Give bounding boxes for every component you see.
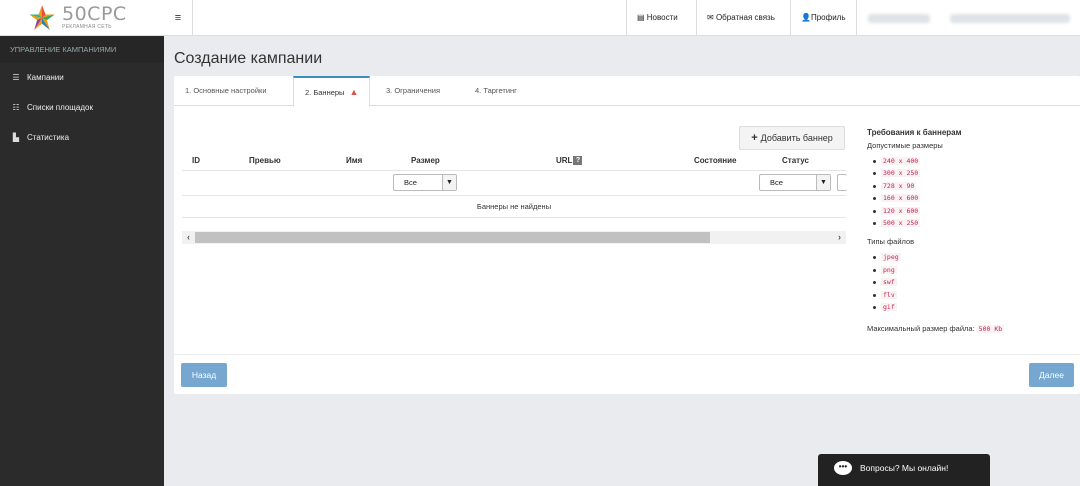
scroll-right-icon[interactable]: › — [833, 231, 846, 244]
logo-tagline: РЕКЛАМНАЯ СЕТЬ — [62, 24, 112, 30]
list-item: 500 x 250 — [873, 218, 1067, 231]
sidebar: 50CPC РЕКЛАМНАЯ СЕТЬ УПРАВЛЕНИЕ КАМПАНИЯ… — [0, 0, 164, 486]
chevron-down-icon: ▼ — [816, 175, 830, 190]
sizes-label: Допустимые размеры — [867, 141, 943, 150]
size-filter-select[interactable]: Все ▼ — [393, 174, 457, 191]
chevron-down-icon: ▼ — [442, 175, 456, 190]
banner-requirements: Требования к баннерам Допустимые размеры… — [867, 128, 1067, 334]
tab-banners[interactable]: 2. Баннеры ▲ — [293, 76, 371, 107]
newspaper-icon: ▤ — [637, 13, 647, 22]
list-item: 240 x 400 — [873, 157, 1067, 169]
plus-icon: + — [751, 132, 758, 144]
file-types-list: jpeg png swf flv gif — [867, 253, 1067, 315]
sidebar-heading: УПРАВЛЕНИЕ КАМПАНИЯМИ — [0, 37, 164, 63]
list-item: swf — [873, 278, 1067, 290]
user-icon: 👤 — [801, 13, 811, 22]
list-item: gif — [873, 302, 1067, 315]
chat-bubble-icon: ••• — [834, 461, 852, 475]
sidebar-item-statistics[interactable]: ▙ Статистика — [0, 123, 164, 153]
chat-widget[interactable]: ••• Вопросы? Мы онлайн! — [818, 454, 990, 486]
empty-table-message: Баннеры не найдены — [476, 202, 552, 211]
column-header-url[interactable]: URL? — [556, 156, 583, 165]
sidebar-item-site-lists[interactable]: ☷ Списки площадок — [0, 93, 164, 123]
warning-icon: ▲ — [349, 87, 359, 97]
tab-targeting[interactable]: 4. Таргетинг — [464, 76, 528, 106]
logo-name: 50CPC — [62, 3, 127, 25]
table-divider — [182, 170, 846, 171]
table-divider — [182, 217, 846, 218]
topbar: ≡ ▤ Новости ✉ Обратная связь 👤Профиль — [164, 0, 1080, 36]
blurred-user-info — [868, 14, 930, 23]
logo[interactable]: 50CPC РЕКЛАМНАЯ СЕТЬ — [0, 0, 164, 36]
requirements-title: Требования к баннерам — [867, 128, 962, 137]
feedback-link[interactable]: ✉ Обратная связь — [696, 0, 785, 36]
status-filter-select[interactable]: Все ▼ — [759, 174, 831, 191]
next-button[interactable]: Далее — [1029, 363, 1074, 387]
sidebar-item-label: Кампании — [27, 73, 64, 82]
tab-restrictions[interactable]: 3. Ограничения — [375, 76, 451, 106]
add-banner-button[interactable]: + Добавить баннер — [739, 126, 845, 150]
news-link[interactable]: ▤ Новости — [626, 0, 688, 36]
tab-basic-settings[interactable]: 1. Основные настройки — [174, 76, 278, 106]
profile-link[interactable]: 👤Профиль — [790, 0, 857, 36]
list-item: jpeg — [873, 253, 1067, 265]
envelope-icon: ✉ — [707, 13, 716, 22]
sidebar-item-label: Статистика — [27, 133, 70, 142]
list-item: 120 x 600 — [873, 206, 1067, 219]
sizes-list: 240 x 400 300 x 250 728 x 90 160 x 600 1… — [867, 157, 1067, 231]
table-divider — [182, 195, 846, 196]
list-ul-icon: ☷ — [12, 103, 20, 112]
list-icon: ☰ — [12, 73, 20, 82]
list-item: png — [873, 265, 1067, 278]
sidebar-item-campaigns[interactable]: ☰ Кампании — [0, 63, 164, 93]
scrollbar-thumb[interactable] — [195, 232, 710, 243]
menu-toggle-icon[interactable]: ≡ — [164, 0, 193, 36]
blurred-user-email — [950, 14, 1070, 23]
logo-star-icon — [29, 4, 55, 30]
column-header-size[interactable]: Размер — [411, 156, 440, 165]
column-header-id[interactable]: ID — [192, 156, 200, 165]
bar-chart-icon: ▙ — [12, 133, 20, 142]
tabs: 1. Основные настройки 2. Баннеры ▲ 3. Огр… — [174, 76, 1080, 107]
max-file-size: Максимальный размер файла: 500 Kb — [867, 324, 1005, 334]
chat-label: Вопросы? Мы онлайн! — [860, 463, 949, 473]
file-types-label: Типы файлов — [867, 237, 915, 247]
list-item: flv — [873, 290, 1067, 303]
help-icon[interactable]: ? — [573, 156, 583, 165]
list-item: 160 x 600 — [873, 194, 1067, 206]
footer-divider — [174, 354, 1080, 355]
scroll-left-icon[interactable]: ‹ — [182, 231, 195, 244]
sidebar-item-label: Списки площадок — [27, 103, 93, 112]
column-header-preview[interactable]: Превью — [249, 156, 281, 165]
filter-input-partial[interactable] — [837, 174, 847, 191]
column-header-state[interactable]: Состояние — [694, 156, 736, 165]
column-header-name[interactable]: Имя — [346, 156, 362, 165]
list-item: 300 x 250 — [873, 169, 1067, 181]
column-header-status[interactable]: Статус — [782, 156, 809, 165]
page-title: Создание кампании — [174, 50, 323, 67]
list-item: 728 x 90 — [873, 181, 1067, 194]
back-button[interactable]: Назад — [181, 363, 227, 387]
